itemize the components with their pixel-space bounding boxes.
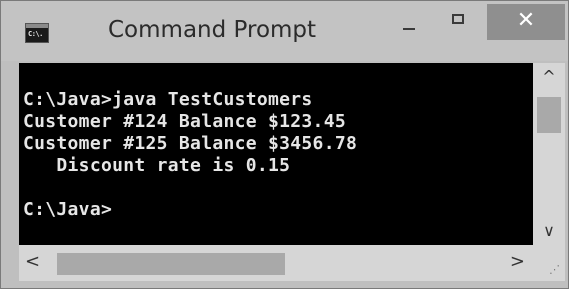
command-prompt-window: C:\. Command Prompt ✕ C:\Java>java TestC… xyxy=(0,0,569,289)
maximize-button[interactable] xyxy=(435,4,483,38)
icon-bar xyxy=(26,24,48,28)
resize-corner[interactable]: ⋰ xyxy=(533,245,565,281)
minimize-button[interactable] xyxy=(387,4,431,38)
minimize-icon xyxy=(403,28,415,30)
horizontal-scroll-thumb[interactable] xyxy=(57,253,285,275)
scroll-right-icon[interactable]: > xyxy=(510,251,525,273)
horizontal-scrollbar[interactable]: < > xyxy=(19,245,533,281)
vertical-scrollbar[interactable]: ^ ∨ xyxy=(533,63,565,245)
console-line: Customer #124 Balance $123.45 xyxy=(23,111,346,132)
icon-label: C:\. xyxy=(28,30,43,38)
resize-grip-icon[interactable]: ⋰ xyxy=(549,264,560,275)
window-title: Command Prompt xyxy=(108,17,317,43)
console-line: Discount rate is 0.15 xyxy=(23,155,291,176)
console-lines: C:\Java>java TestCustomers Customer #124… xyxy=(23,89,357,221)
title-bar[interactable]: C:\. Command Prompt ✕ xyxy=(1,1,568,61)
command-prompt-icon[interactable]: C:\. xyxy=(25,23,49,43)
scroll-down-icon[interactable]: ∨ xyxy=(533,221,565,241)
console-line: C:\Java> xyxy=(23,199,113,220)
scroll-left-icon[interactable]: < xyxy=(25,251,40,273)
close-icon: ✕ xyxy=(516,8,536,33)
close-button[interactable]: ✕ xyxy=(487,4,565,40)
vertical-scroll-thumb[interactable] xyxy=(537,97,561,133)
console-line: Customer #125 Balance $3456.78 xyxy=(23,133,358,154)
maximize-icon xyxy=(452,14,464,24)
console-line: C:\Java>java TestCustomers xyxy=(23,89,313,110)
scroll-up-icon[interactable]: ^ xyxy=(533,67,565,87)
console-output[interactable]: C:\Java>java TestCustomers Customer #124… xyxy=(19,63,533,245)
